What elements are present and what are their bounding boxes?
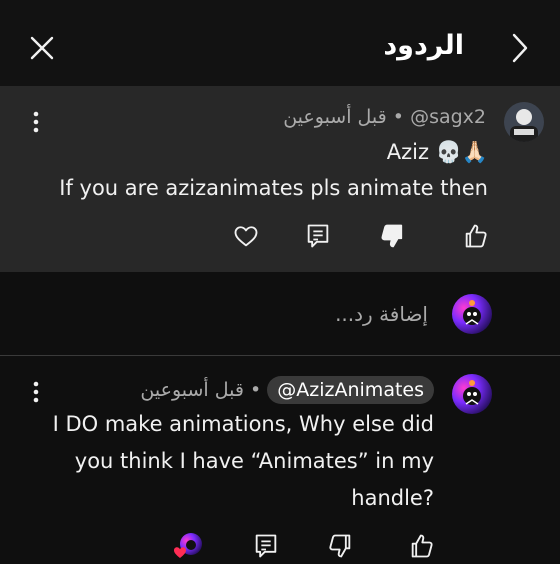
reply-button[interactable] (252, 532, 280, 560)
heart-icon (234, 226, 258, 247)
page-title: الردود (383, 30, 464, 61)
close-icon (30, 36, 54, 60)
user-avatar-icon (504, 102, 544, 142)
like-icon (411, 534, 433, 558)
more-options-button[interactable] (26, 108, 46, 136)
comment-line: I DO make animations, Why else did (52, 412, 434, 436)
dislike-icon (381, 224, 403, 248)
like-button[interactable] (408, 532, 436, 560)
creator-mention-badge[interactable]: @AzizAnimates (267, 376, 434, 404)
like-icon (465, 224, 487, 248)
comment-line: you think I have “Animates” in my (74, 449, 434, 473)
comment-line: If you are azizanimates pls animate then (59, 176, 488, 200)
more-vertical-icon (33, 111, 39, 133)
heart-button[interactable] (232, 222, 260, 250)
back-button[interactable] (502, 30, 538, 66)
add-reply-row: إضافة رد... (0, 272, 560, 356)
chevron-right-icon (512, 33, 528, 63)
more-options-button[interactable] (26, 378, 46, 406)
more-vertical-icon (33, 381, 39, 403)
comment-time[interactable]: قبل أسبوعين (283, 106, 387, 128)
reply-icon (255, 534, 277, 558)
meta-separator: • (250, 379, 262, 401)
dislike-button[interactable] (378, 222, 406, 250)
creator-heart-button[interactable] (174, 532, 202, 560)
comment-line: handle? (351, 486, 434, 510)
reply-button[interactable] (304, 222, 332, 250)
reply-icon (307, 224, 329, 248)
channel-avatar-icon (452, 374, 492, 414)
comment-meta: @AzizAnimates • قبل أسبوعين (140, 376, 434, 404)
add-reply-input[interactable]: إضافة رد... (335, 302, 428, 326)
avatar[interactable] (452, 374, 492, 414)
avatar[interactable] (504, 102, 544, 142)
comment-time[interactable]: قبل أسبوعين (140, 379, 244, 401)
divider (0, 355, 560, 356)
comment-line: Aziz 💀🙏🏻 (386, 140, 488, 164)
creator-heart-icon (174, 533, 202, 558)
close-button[interactable] (24, 30, 60, 66)
replies-header: الردود (0, 0, 560, 86)
channel-avatar-icon (452, 294, 492, 334)
dislike-icon (329, 534, 351, 558)
dislike-button[interactable] (326, 532, 354, 560)
comment-meta: @sagx2 • قبل أسبوعين (283, 106, 486, 128)
comment-author[interactable]: @sagx2 (410, 106, 486, 128)
like-button[interactable] (462, 222, 490, 250)
parent-comment: @sagx2 • قبل أسبوعين Aziz 💀🙏🏻 If you are… (0, 86, 560, 272)
meta-separator: • (392, 106, 405, 128)
avatar (452, 294, 492, 334)
